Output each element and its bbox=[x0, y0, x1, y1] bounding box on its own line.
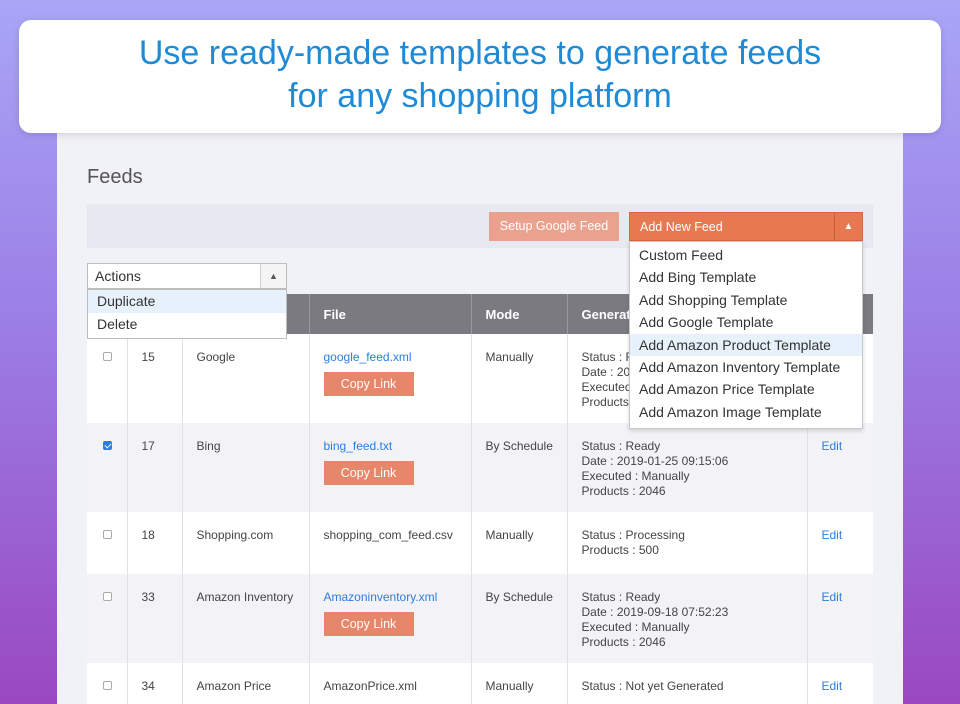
mode-cell: By Schedule bbox=[470, 423, 567, 512]
id-cell: 18 bbox=[126, 512, 182, 574]
generated-info-line: Products : 2046 bbox=[581, 484, 666, 498]
name-cell: Shopping.com bbox=[181, 512, 309, 574]
edit-cell: Edit bbox=[806, 663, 873, 704]
id-cell: 15 bbox=[126, 334, 182, 423]
copy-link-button[interactable]: Copy Link bbox=[323, 372, 414, 396]
add-new-menu-item[interactable]: Add Amazon Image Template bbox=[630, 401, 862, 423]
add-new-feed-label: Add New Feed bbox=[640, 220, 723, 234]
setup-google-feed-button[interactable]: Setup Google Feed bbox=[489, 212, 619, 241]
edit-link[interactable]: Edit bbox=[822, 439, 843, 453]
table-row: 18 Shopping.com shopping_com_feed.csv Manua… bbox=[87, 512, 873, 574]
name-cell: Google bbox=[181, 334, 309, 423]
add-new-menu-item[interactable]: Add Amazon Price Template bbox=[630, 378, 862, 400]
file-link[interactable]: Amazoninventory.xml bbox=[324, 590, 471, 605]
row-checkbox[interactable] bbox=[103, 681, 112, 690]
column-header: File bbox=[308, 294, 471, 334]
add-new-menu-item[interactable]: Custom Feed bbox=[630, 244, 862, 266]
actions-menu-item[interactable]: Delete bbox=[88, 313, 286, 336]
checkbox-cell bbox=[87, 512, 127, 574]
name-cell: Bing bbox=[181, 423, 309, 512]
copy-link-button[interactable]: Copy Link bbox=[323, 612, 414, 636]
file-cell: bing_feed.txt Copy Link bbox=[308, 423, 471, 512]
generated-cell: Status : Processing Products : 500 bbox=[566, 512, 807, 574]
promo-banner: Use ready-made templates to generate fee… bbox=[19, 20, 941, 133]
edit-link[interactable]: Edit bbox=[822, 590, 843, 604]
generated-info-line: Status : Not yet Generated bbox=[581, 679, 724, 693]
generated-info-line: Executed : Manually bbox=[581, 469, 690, 483]
copy-link-button[interactable]: Copy Link bbox=[323, 461, 414, 485]
actions-select[interactable]: Actions ▲ bbox=[87, 263, 287, 289]
banner-line-2: for any shopping platform bbox=[288, 77, 672, 115]
generated-info-line: Date : 2019-01-25 09:15:06 bbox=[581, 454, 729, 468]
mode-cell: Manually bbox=[470, 512, 567, 574]
file-name: shopping_com_feed.csv bbox=[323, 528, 453, 542]
mode-cell: By Schedule bbox=[470, 574, 567, 663]
generated-info-line: Status : Processing bbox=[581, 528, 685, 542]
add-new-menu-item[interactable]: Add Amazon Product Template bbox=[630, 333, 862, 356]
name-cell: Amazon Price bbox=[181, 663, 309, 704]
name-cell: Amazon Inventory bbox=[181, 574, 309, 663]
edit-link[interactable]: Edit bbox=[822, 528, 843, 542]
file-cell: shopping_com_feed.csv bbox=[308, 512, 471, 574]
checkbox-cell bbox=[87, 663, 127, 704]
edit-link[interactable]: Edit bbox=[822, 679, 843, 693]
file-cell: google_feed.xml Copy Link bbox=[308, 334, 471, 423]
mode-cell: Manually bbox=[470, 334, 567, 423]
generated-info-line: Status : Ready bbox=[581, 439, 661, 453]
checkbox-cell bbox=[87, 574, 127, 663]
generated-info-line: Products : 500 bbox=[581, 543, 659, 557]
file-cell: Amazoninventory.xml Copy Link bbox=[308, 574, 471, 663]
row-checkbox[interactable] bbox=[103, 530, 112, 539]
row-checkbox[interactable] bbox=[103, 592, 112, 601]
add-new-feed-menu: Custom Feed Add Bing Template Add Shopping… bbox=[629, 241, 863, 429]
caret-up-icon[interactable]: ▲ bbox=[834, 213, 862, 240]
add-new-menu-item[interactable]: Add Amazon Inventory Template bbox=[630, 356, 862, 378]
generated-info-line: Date : 2019-09-18 07:52:23 bbox=[581, 605, 729, 619]
file-link[interactable]: google_feed.xml bbox=[324, 350, 471, 365]
actions-menu: Duplicate Delete bbox=[87, 289, 287, 339]
add-new-feed-button[interactable]: Add New Feed ▲ bbox=[629, 212, 863, 241]
mode-cell: Manually bbox=[470, 663, 567, 704]
id-cell: 17 bbox=[126, 423, 182, 512]
generated-cell: Status : Not yet Generated bbox=[566, 663, 807, 704]
column-header: Mode bbox=[470, 294, 567, 334]
id-cell: 34 bbox=[126, 663, 182, 704]
table-row: 17 Bing bing_feed.txt Copy Link By Schedule S… bbox=[87, 423, 873, 512]
file-name: AmazonPrice.xml bbox=[323, 679, 417, 693]
caret-up-icon[interactable]: ▲ bbox=[260, 264, 286, 288]
checkbox-cell bbox=[87, 423, 127, 512]
generated-cell: Status : Ready Date : 2019-09-18 07:52:23… bbox=[566, 574, 807, 663]
table-row: 33 Amazon Inventory Amazoninventory.xml Cop… bbox=[87, 574, 873, 663]
actions-menu-item[interactable]: Duplicate bbox=[88, 290, 286, 313]
row-checkbox[interactable] bbox=[103, 441, 112, 450]
actions-select-value: Actions bbox=[95, 268, 141, 284]
banner-line-1: Use ready-made templates to generate fee… bbox=[138, 34, 822, 72]
file-link[interactable]: bing_feed.txt bbox=[324, 439, 471, 454]
add-new-menu-item[interactable]: Add Bing Template bbox=[630, 266, 862, 288]
add-new-menu-item[interactable]: Add Google Template bbox=[630, 311, 862, 333]
edit-cell: Edit bbox=[806, 574, 873, 663]
checkbox-cell bbox=[87, 334, 127, 423]
table-row: 34 Amazon Price AmazonPrice.xml Manually Sta… bbox=[87, 663, 873, 704]
id-cell: 33 bbox=[126, 574, 182, 663]
add-new-menu-item[interactable]: Add Shopping Template bbox=[630, 289, 862, 311]
generated-info-line: Status : Ready bbox=[581, 590, 661, 604]
edit-cell: Edit bbox=[806, 512, 873, 574]
page-title: Feeds bbox=[87, 166, 143, 188]
row-checkbox[interactable] bbox=[103, 352, 112, 361]
edit-cell: Edit bbox=[806, 423, 873, 512]
generated-info-line: Products : 2046 bbox=[581, 635, 666, 649]
file-cell: AmazonPrice.xml bbox=[308, 663, 471, 704]
generated-info-line: Executed : Manually bbox=[581, 620, 690, 634]
generated-cell: Status : Ready Date : 2019-01-25 09:15:06… bbox=[566, 423, 807, 512]
